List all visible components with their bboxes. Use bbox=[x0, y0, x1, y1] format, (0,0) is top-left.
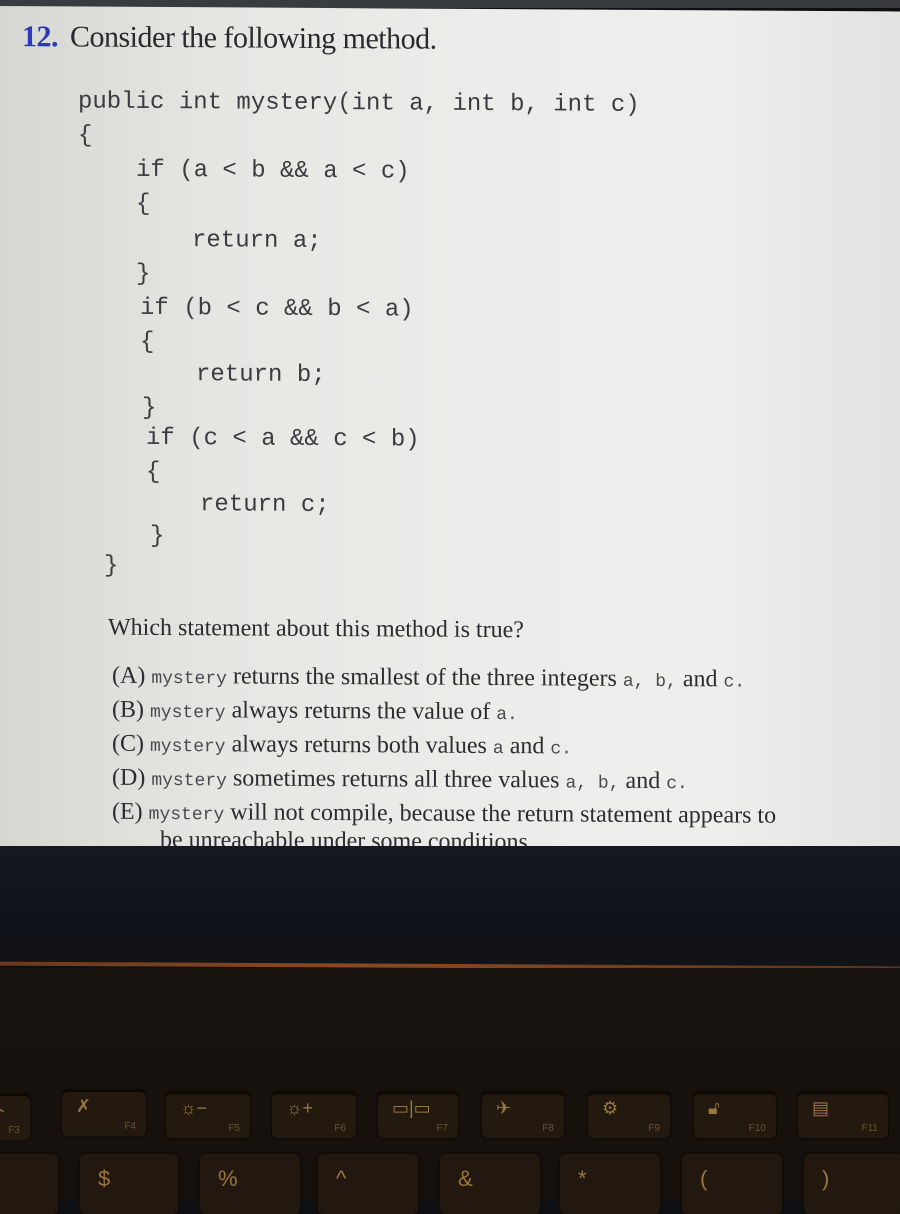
code-line-if-a: if (a < b && a < c) bbox=[136, 156, 410, 186]
code-line-brace: { bbox=[140, 328, 155, 356]
code-line-return-c: return c; bbox=[200, 491, 330, 520]
screen-bottom-bezel bbox=[0, 846, 900, 966]
code-line-brace: { bbox=[146, 458, 161, 486]
code-line-signature: public int mystery(int a, int b, int c) bbox=[78, 88, 640, 119]
laptop-keyboard: ⌁ F3 ✗ F4 ☼− F5 ☼+ F6 ▭|▭ F7 ✈ F8 ⚙ F9 🔓… bbox=[0, 968, 900, 1214]
option-c[interactable]: (C) mystery always returns both values a… bbox=[112, 729, 872, 768]
key-f4[interactable]: ✗ F4 bbox=[62, 1090, 146, 1136]
laptop-screen-document: 12. Consider the following method. public… bbox=[0, 6, 900, 855]
key-f6[interactable]: ☼+ F6 bbox=[272, 1092, 356, 1138]
key-f8[interactable]: ✈ F8 bbox=[482, 1092, 564, 1138]
code-line-close-brace: } bbox=[104, 552, 119, 580]
key-4[interactable]: $ bbox=[80, 1154, 178, 1214]
key-f10[interactable]: 🔓︎ F10 bbox=[694, 1092, 776, 1138]
key-6[interactable]: ^ bbox=[318, 1154, 418, 1214]
display-switch-icon: ▭|▭ bbox=[392, 1098, 431, 1118]
airplane-mode-icon: ✈ bbox=[496, 1098, 512, 1118]
code-line-brace: } bbox=[142, 394, 157, 422]
answer-options: (A) mystery returns the smallest of the … bbox=[112, 661, 872, 861]
settings-icon: ⚙ bbox=[602, 1098, 619, 1118]
key-f9[interactable]: ⚙ F9 bbox=[588, 1092, 670, 1138]
code-line-brace: } bbox=[150, 522, 165, 551]
key-f3[interactable]: ⌁ F3 bbox=[0, 1094, 30, 1140]
code-line-return-b: return b; bbox=[196, 361, 326, 389]
code-line-brace: } bbox=[136, 260, 151, 288]
lock-icon: 🔓︎ bbox=[708, 1098, 720, 1118]
question-header: 12. Consider the following method. bbox=[22, 20, 437, 57]
code-line-brace: { bbox=[136, 190, 151, 218]
option-a[interactable]: (A) mystery returns the smallest of the … bbox=[112, 661, 872, 700]
key-f5[interactable]: ☼− F5 bbox=[166, 1092, 250, 1138]
key-8[interactable]: * bbox=[560, 1154, 660, 1214]
brightness-down-icon: ☼− bbox=[180, 1098, 208, 1118]
code-line-if-c: if (c < a && c < b) bbox=[146, 424, 420, 454]
mic-off-icon: ⌁ bbox=[0, 1100, 5, 1121]
key-0[interactable]: ) bbox=[804, 1154, 900, 1214]
code-line-return-a: return a; bbox=[192, 227, 322, 255]
option-d[interactable]: (D) mystery sometimes returns all three … bbox=[112, 763, 872, 802]
key-5[interactable]: % bbox=[200, 1154, 300, 1214]
question-stem: Which statement about this method is tru… bbox=[108, 614, 524, 644]
key-f11[interactable]: ▤ F11 bbox=[798, 1092, 888, 1138]
question-number: 12. bbox=[22, 20, 58, 54]
option-b[interactable]: (B) mystery always returns the value of … bbox=[112, 695, 872, 734]
question-prompt: Consider the following method. bbox=[70, 20, 437, 56]
code-line-if-b: if (b < c && b < a) bbox=[140, 294, 414, 324]
key-7[interactable]: & bbox=[440, 1154, 540, 1214]
key-f7[interactable]: ▭|▭ F7 bbox=[378, 1092, 458, 1138]
key-3[interactable] bbox=[0, 1154, 58, 1214]
key-9[interactable]: ( bbox=[682, 1154, 782, 1214]
mic-mute-icon: ✗ bbox=[76, 1096, 92, 1116]
code-line-open-brace: { bbox=[78, 122, 93, 150]
keyboard-icon: ▤ bbox=[812, 1098, 830, 1118]
brightness-up-icon: ☼+ bbox=[286, 1098, 314, 1118]
